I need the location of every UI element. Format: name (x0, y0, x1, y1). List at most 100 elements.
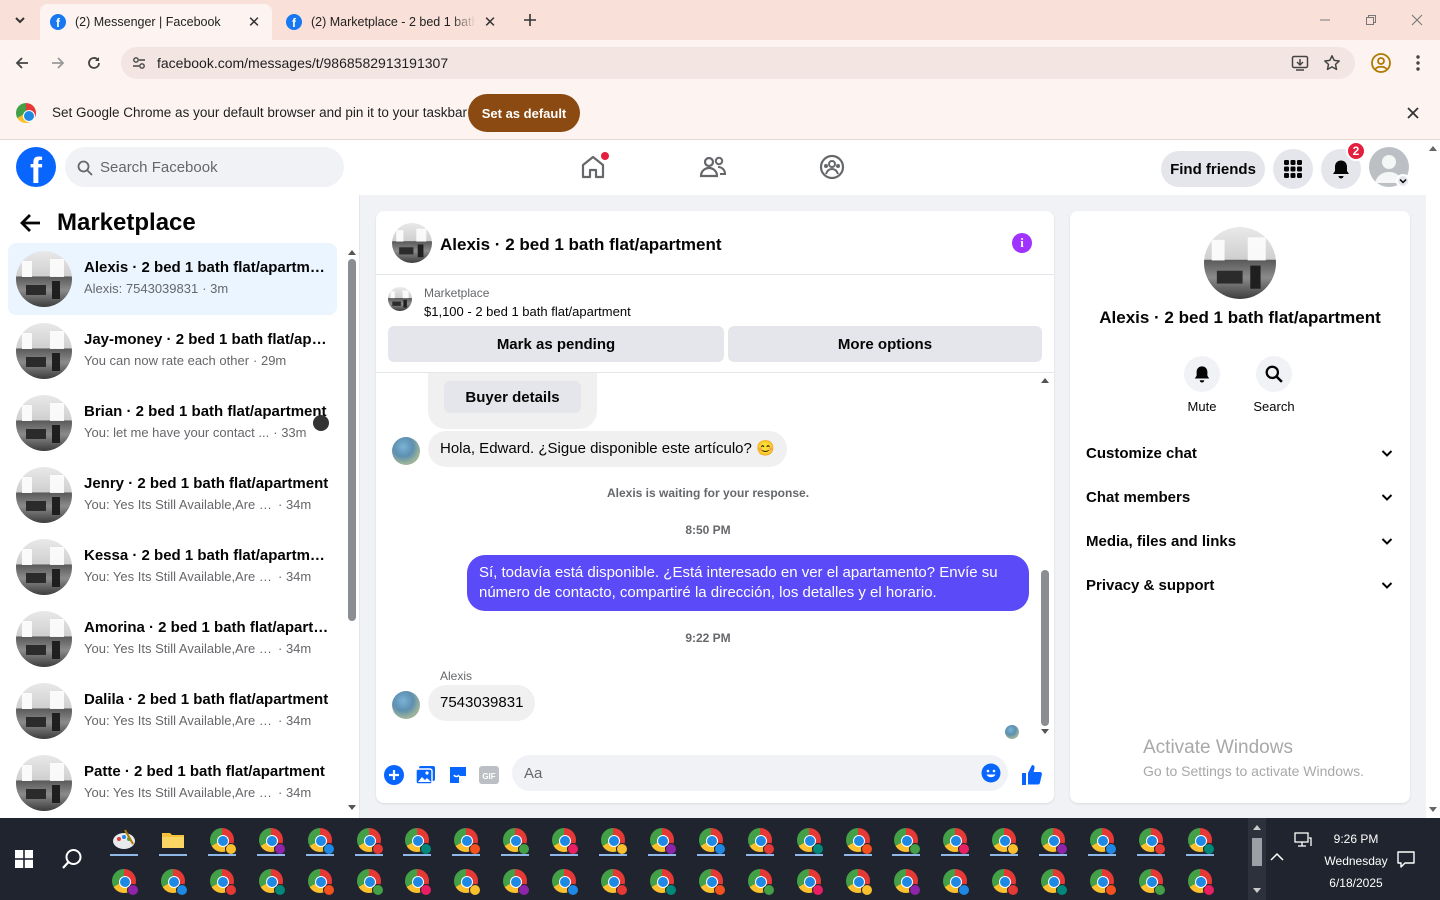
facebook-logo-icon[interactable]: f (16, 147, 56, 187)
sticker-icon[interactable] (447, 764, 469, 786)
conversation-item[interactable]: Kessa · 2 bed 1 bath flat/apartment You: … (8, 531, 337, 603)
taskbar-app-icon[interactable] (544, 822, 584, 858)
taskbar-app-icon[interactable] (886, 863, 926, 899)
taskbar-app-icon[interactable] (104, 863, 144, 899)
close-infobar-icon[interactable] (1406, 106, 1420, 120)
incoming-message[interactable]: 7543039831 (428, 685, 536, 721)
chat-title[interactable]: Alexis · 2 bed 1 bath flat/apartment (440, 235, 722, 255)
reload-button[interactable] (80, 49, 108, 77)
url-text[interactable]: facebook.com/messages/t/9868582913191307 (157, 55, 448, 71)
taskbar-app-icon[interactable] (1033, 863, 1073, 899)
chevron-up-icon[interactable] (1270, 852, 1284, 862)
taskbar-app-icon[interactable] (153, 863, 193, 899)
media-files-links-row[interactable]: Media, files and links (1086, 519, 1394, 563)
buyer-details-button[interactable]: Buyer details (444, 381, 581, 413)
facebook-search[interactable] (65, 147, 344, 187)
conversation-item[interactable]: Dalila · 2 bed 1 bath flat/apartment You:… (8, 675, 337, 747)
taskbar-app-icon[interactable] (789, 822, 829, 858)
taskbar-app-icon[interactable] (349, 863, 389, 899)
chat-list-scroll-thumb[interactable] (348, 259, 356, 621)
taskbar-app-icon[interactable] (1082, 822, 1122, 858)
taskbar-app-icon[interactable] (1180, 863, 1220, 899)
address-bar[interactable]: facebook.com/messages/t/9868582913191307 (121, 47, 1355, 79)
site-settings-icon[interactable] (131, 55, 147, 71)
taskbar-app-icon[interactable] (202, 822, 242, 858)
taskbar-app-icon[interactable] (446, 822, 486, 858)
close-window-button[interactable] (1394, 0, 1440, 40)
taskbar-app-icon[interactable] (935, 822, 975, 858)
taskbar-app-icon[interactable] (789, 863, 829, 899)
conversation-item[interactable]: Patte · 2 bed 1 bath flat/apartment You: … (8, 747, 337, 819)
profile-icon[interactable] (1370, 52, 1392, 74)
taskbar-app-icon[interactable] (349, 822, 389, 858)
taskbar-scrollbar[interactable] (1248, 818, 1266, 900)
minimize-button[interactable] (1302, 0, 1348, 40)
taskbar-app-icon[interactable] (691, 822, 731, 858)
gif-icon[interactable]: GIF (478, 764, 500, 786)
emoji-icon[interactable] (981, 763, 1001, 783)
forward-button[interactable] (44, 49, 72, 77)
outgoing-message[interactable]: Sí, todavía está disponible. ¿Está inter… (467, 555, 1029, 611)
menu-button[interactable] (1273, 149, 1313, 189)
conversation-item[interactable]: Brian · 2 bed 1 bath flat/apartment You: … (8, 387, 337, 459)
listing-summary[interactable]: $1,100 - 2 bed 1 bath flat/apartment (424, 304, 631, 319)
page-scrollbar[interactable] (1426, 143, 1440, 817)
message-input[interactable] (524, 755, 964, 791)
bookmark-star-icon[interactable] (1323, 54, 1341, 72)
customize-chat-row[interactable]: Customize chat (1086, 431, 1394, 475)
mark-as-pending-button[interactable]: Mark as pending (388, 326, 724, 362)
search-action[interactable]: Search (1238, 356, 1310, 414)
taskbar-app-icon[interactable] (397, 863, 437, 899)
info-icon[interactable]: i (1012, 233, 1032, 253)
taskbar-app-icon[interactable] (740, 822, 780, 858)
sender-avatar[interactable] (392, 691, 420, 719)
taskbar-app-icon[interactable] (593, 822, 633, 858)
taskbar-app-icon[interactable] (642, 863, 682, 899)
friends-nav-button[interactable] (695, 151, 731, 183)
taskbar-app-icon[interactable] (838, 822, 878, 858)
set-as-default-button[interactable]: Set as default (468, 94, 580, 132)
tab-marketplace[interactable]: f (2) Marketplace - 2 bed 1 bath flat/ap… (276, 4, 508, 40)
account-chevron-down-icon[interactable] (1396, 174, 1410, 188)
close-tab-icon[interactable]: ✕ (482, 14, 498, 31)
taskbar-app-icon[interactable] (495, 822, 535, 858)
taskbar-app-icon[interactable] (446, 863, 486, 899)
taskbar-app-icon[interactable] (251, 822, 291, 858)
taskbar-app-icon[interactable] (1131, 822, 1171, 858)
privacy-support-row[interactable]: Privacy & support (1086, 563, 1394, 607)
start-button[interactable] (0, 818, 48, 900)
taskbar-app-icon[interactable] (593, 863, 633, 899)
taskbar-app-icon[interactable] (691, 863, 731, 899)
taskbar-app-icon[interactable] (495, 863, 535, 899)
details-avatar[interactable] (1204, 227, 1276, 299)
back-arrow-icon[interactable] (20, 213, 42, 233)
tab-search-button[interactable] (6, 6, 34, 34)
plus-circle-icon[interactable] (383, 764, 405, 786)
taskbar-app-icon[interactable] (397, 822, 437, 858)
taskbar-app-icon[interactable] (104, 822, 144, 858)
taskbar-app-icon[interactable] (544, 863, 584, 899)
sender-avatar[interactable] (392, 437, 420, 465)
groups-nav-button[interactable] (814, 151, 850, 183)
restore-button[interactable] (1348, 0, 1394, 40)
taskbar-app-icon[interactable] (838, 863, 878, 899)
taskbar-app-icon[interactable] (202, 863, 242, 899)
chrome-menu-icon[interactable] (1410, 54, 1426, 72)
taskbar-app-icon[interactable] (935, 863, 975, 899)
conversation-item[interactable]: Amorina · 2 bed 1 bath flat/apartment You… (8, 603, 337, 675)
chat-avatar[interactable] (392, 223, 432, 263)
taskbar-search-button[interactable] (48, 818, 96, 900)
taskbar-app-icon[interactable] (984, 822, 1024, 858)
taskbar-app-icon[interactable] (740, 863, 780, 899)
listing-thumbnail[interactable] (388, 287, 412, 311)
conversation-item[interactable]: Jay-money · 2 bed 1 bath flat/apartment Y… (8, 315, 337, 387)
taskbar-app-icon[interactable] (886, 822, 926, 858)
thread-scroll-thumb[interactable] (1041, 570, 1049, 726)
install-app-icon[interactable] (1291, 54, 1309, 72)
taskbar-app-icon[interactable] (300, 822, 340, 858)
taskbar-app-icon[interactable] (1033, 822, 1073, 858)
taskbar-app-icon[interactable] (300, 863, 340, 899)
conversation-item[interactable]: Jenry · 2 bed 1 bath flat/apartment You: … (8, 459, 337, 531)
find-friends-button[interactable]: Find friends (1161, 151, 1265, 187)
message-input-box[interactable] (512, 755, 1008, 791)
